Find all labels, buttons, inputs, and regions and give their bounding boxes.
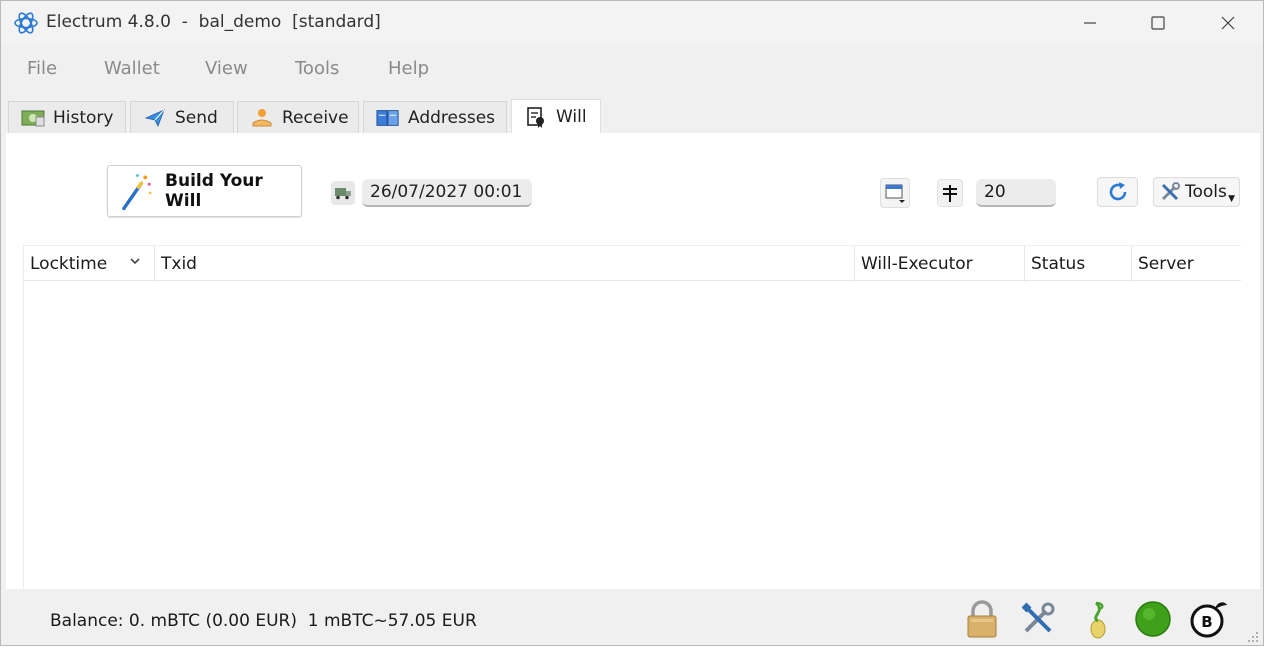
tab-will[interactable]: Will xyxy=(511,99,601,133)
close-button[interactable] xyxy=(1205,7,1251,39)
send-icon xyxy=(143,107,167,129)
tab-addresses[interactable]: Addresses xyxy=(363,101,507,133)
will-icon xyxy=(524,106,548,128)
bal-plugin-button[interactable]: B xyxy=(1189,599,1229,639)
bal-logo-icon: B xyxy=(1190,602,1227,638)
dropdown-arrow-icon: ▼ xyxy=(1228,194,1235,204)
preferences-tools-icon xyxy=(1021,602,1055,633)
sort-descending-icon xyxy=(130,258,140,265)
tools-icon xyxy=(1161,182,1180,201)
tools-dropdown-button[interactable]: Tools ▼ xyxy=(1153,177,1240,207)
refresh-icon xyxy=(1109,182,1126,201)
receive-icon xyxy=(250,107,274,129)
svg-text:B: B xyxy=(1201,613,1212,631)
locktime-icon xyxy=(331,181,355,205)
column-server[interactable]: Server xyxy=(1132,246,1241,282)
column-will-executor[interactable]: Will-Executor xyxy=(855,246,1025,282)
locktime-input[interactable]: 26/07/2027 00:01 xyxy=(362,179,532,207)
password-lock-button[interactable] xyxy=(962,599,1002,639)
addresses-icon xyxy=(376,107,400,129)
resize-grip-icon[interactable] xyxy=(1247,631,1259,643)
preferences-button[interactable] xyxy=(1018,599,1058,639)
window-title: Electrum 4.8.0 - bal_demo [standard] xyxy=(46,12,381,32)
column-locktime-label: Locktime xyxy=(30,254,108,274)
tab-history-label: History xyxy=(53,107,114,128)
column-status[interactable]: Status xyxy=(1025,246,1132,282)
column-txid[interactable]: Txid xyxy=(155,246,855,282)
menu-file[interactable]: File xyxy=(27,58,57,79)
maximize-icon xyxy=(1151,16,1165,30)
history-icon xyxy=(21,107,45,129)
network-status-button[interactable] xyxy=(1133,599,1173,639)
menu-help[interactable]: Help xyxy=(388,58,429,79)
table-header: Locktime Txid Will-Executor Status Serve… xyxy=(24,245,1241,282)
title-bar: Electrum 4.8.0 - bal_demo [standard] xyxy=(1,1,1263,45)
will-table: Locktime Txid Will-Executor Status Serve… xyxy=(23,245,1241,589)
tab-send-label: Send xyxy=(175,107,218,128)
tab-receive[interactable]: Receive xyxy=(237,101,359,133)
network-status-icon xyxy=(1135,601,1171,637)
close-icon xyxy=(1221,16,1235,30)
tab-bar: History Send Receive Addresses Will xyxy=(1,99,1263,133)
tab-receive-label: Receive xyxy=(282,107,349,128)
calendar-icon xyxy=(885,184,905,203)
menu-bar: File Wallet View Tools Help xyxy=(1,49,1263,89)
fee-rate-input[interactable]: 20 xyxy=(976,179,1056,207)
build-your-will-button[interactable]: Build Your Will xyxy=(107,165,302,217)
balance-text: Balance: 0. mBTC (0.00 EUR) 1 mBTC~57.05… xyxy=(50,611,477,631)
magic-wand-icon xyxy=(122,173,152,211)
app-window: Electrum 4.8.0 - bal_demo [standard] Fil… xyxy=(0,0,1264,646)
minimize-button[interactable] xyxy=(1067,7,1113,39)
tab-history[interactable]: History xyxy=(8,101,126,133)
menu-tools[interactable]: Tools xyxy=(295,58,339,79)
tools-label: Tools xyxy=(1185,182,1227,202)
refresh-button[interactable] xyxy=(1097,177,1138,207)
tab-addresses-label: Addresses xyxy=(408,107,496,128)
seed-icon xyxy=(1090,601,1106,639)
build-your-will-label: Build Your Will xyxy=(165,171,263,211)
electrum-logo-icon xyxy=(14,12,38,34)
status-bar: Balance: 0. mBTC (0.00 EUR) 1 mBTC~57.05… xyxy=(1,591,1263,647)
fee-rate-icon xyxy=(937,179,963,207)
minimize-icon xyxy=(1084,22,1096,24)
column-locktime[interactable]: Locktime xyxy=(24,246,155,282)
calendar-button[interactable] xyxy=(880,178,910,208)
maximize-button[interactable] xyxy=(1135,7,1181,39)
menu-view[interactable]: View xyxy=(205,58,248,79)
lock-icon xyxy=(967,600,997,638)
tab-will-label: Will xyxy=(556,106,587,127)
menu-wallet[interactable]: Wallet xyxy=(104,58,160,79)
tab-send[interactable]: Send xyxy=(130,101,234,133)
seed-button[interactable] xyxy=(1077,599,1117,639)
will-panel: Build Your Will 26/07/2027 00:01 20 Tool… xyxy=(6,133,1260,589)
